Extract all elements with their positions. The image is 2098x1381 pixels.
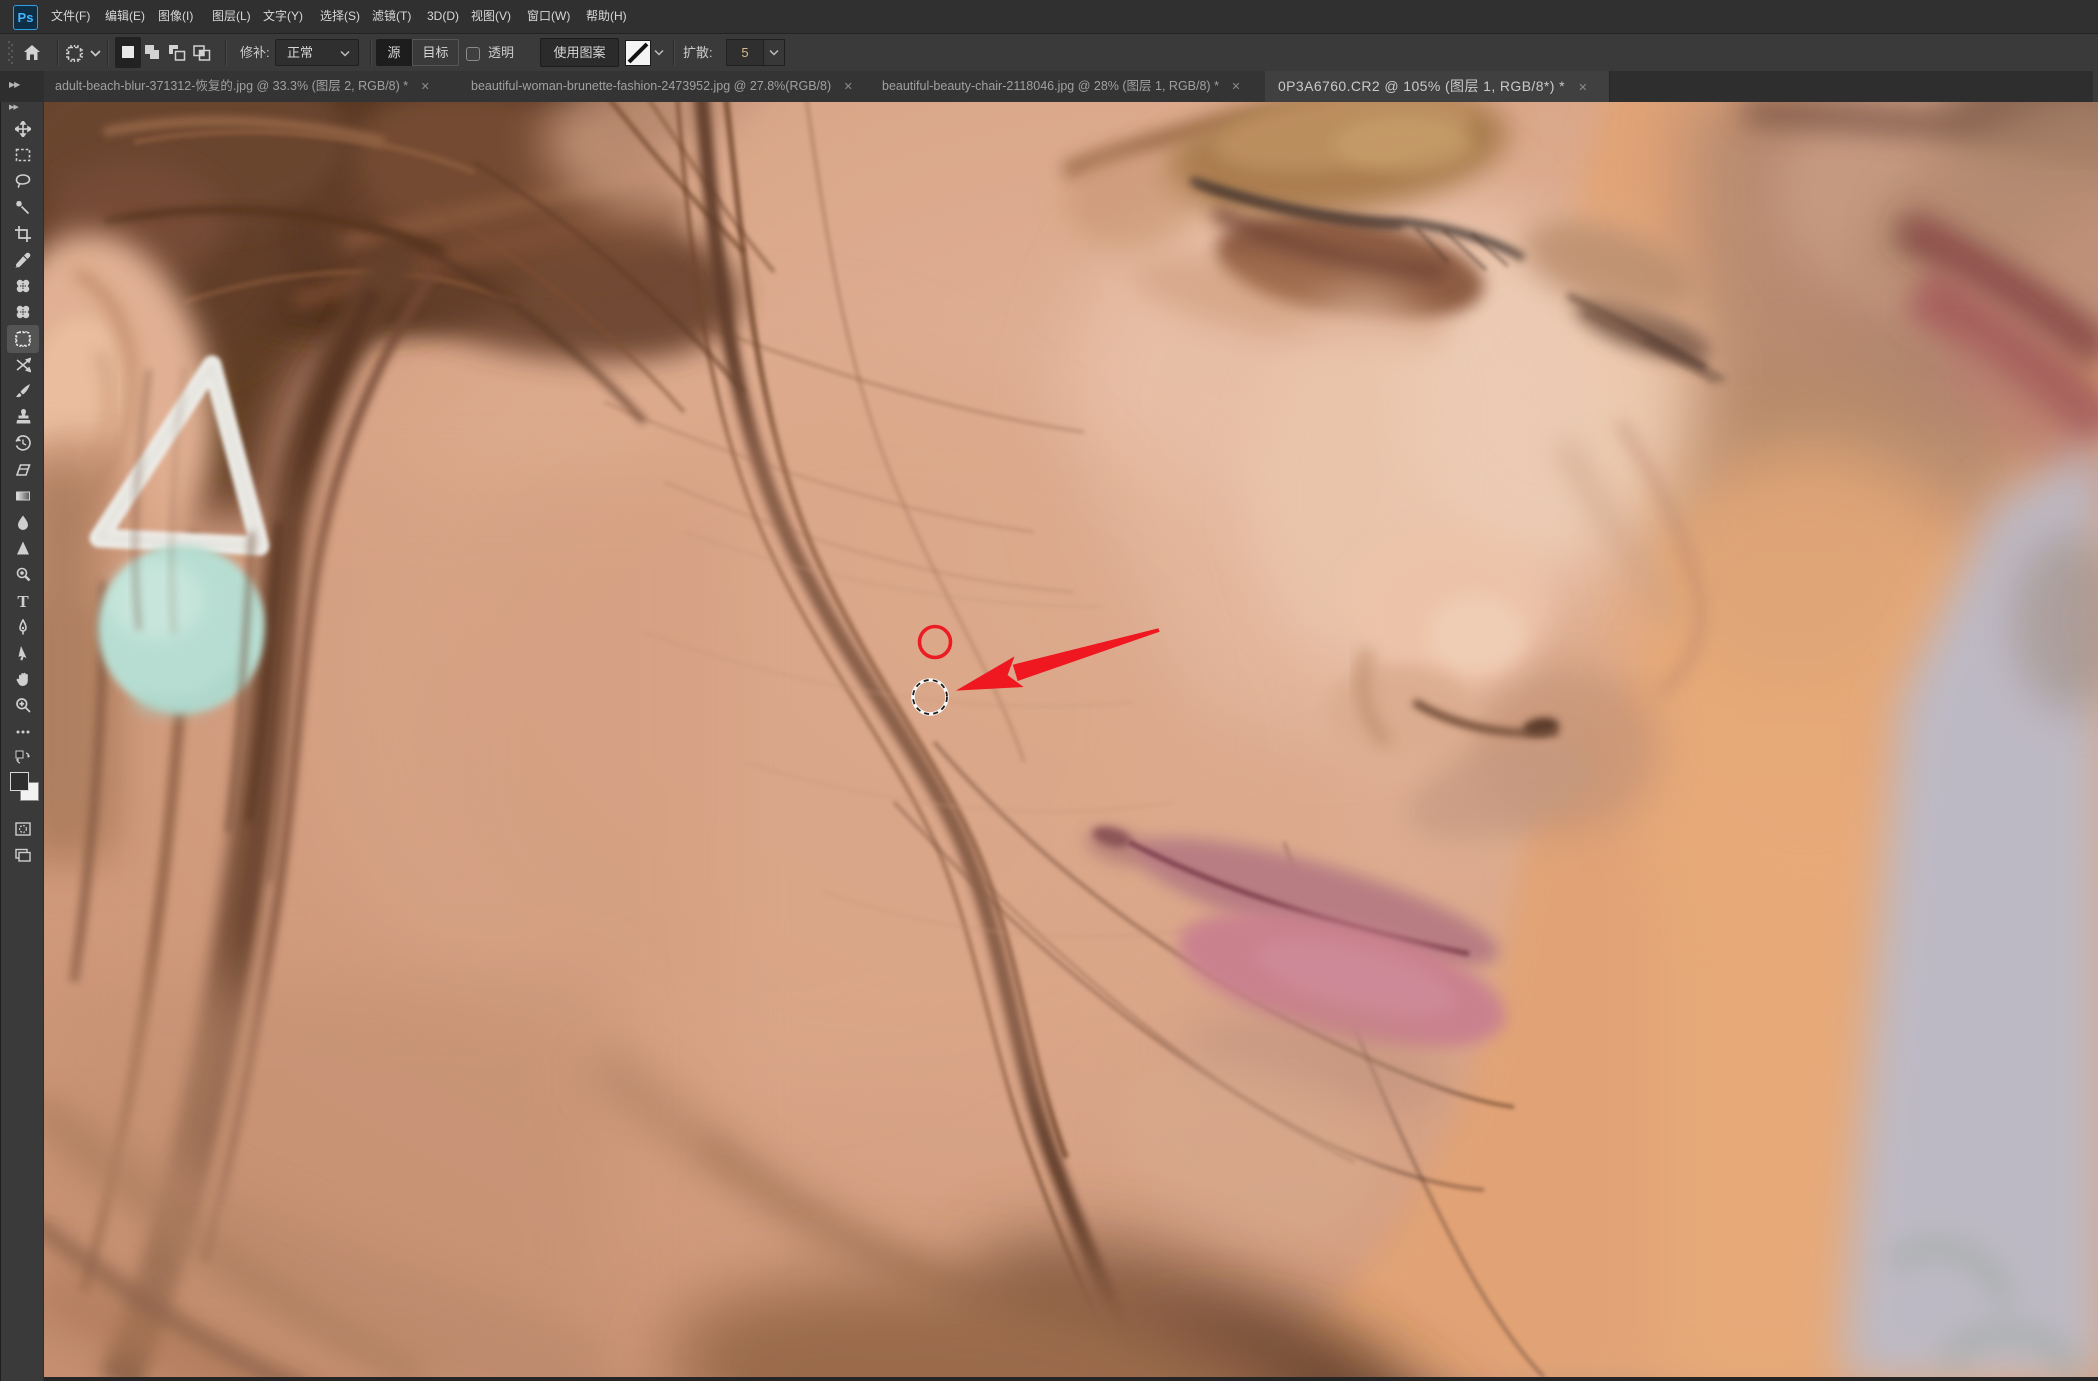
svg-text:T: T [17,593,29,609]
